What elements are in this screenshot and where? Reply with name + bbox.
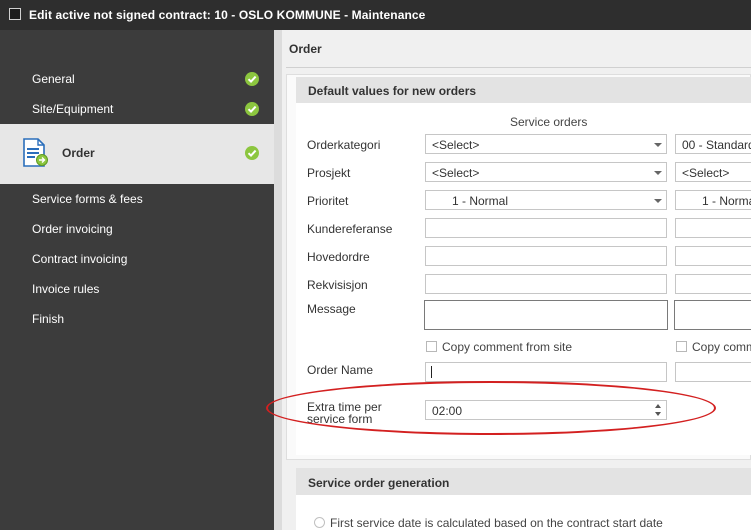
check-icon: [245, 102, 259, 116]
rekvisisjon-input-2[interactable]: [675, 274, 751, 294]
app-icon: [9, 8, 21, 20]
panel-title: Default values for new orders: [308, 84, 477, 98]
hovedordre-input-2[interactable]: [675, 246, 751, 266]
sidebar-item-general[interactable]: General: [0, 64, 274, 94]
column-header-service-orders: Service orders: [510, 115, 588, 129]
checkbox-box[interactable]: [676, 341, 687, 352]
sidebar-item-order-invoicing[interactable]: Order invoicing: [0, 214, 274, 244]
divider: [286, 67, 751, 68]
kundereferanse-input-2[interactable]: [675, 218, 751, 238]
highlight-ellipse: [266, 381, 716, 435]
chevron-down-icon: [654, 143, 662, 147]
sidebar-item-label: Order invoicing: [32, 222, 113, 236]
sidebar: General Site/Equipment Order Service for…: [0, 30, 274, 530]
contract-start-date-radio-label: First service date is calculated based o…: [330, 516, 663, 530]
checkbox-box[interactable]: [426, 341, 437, 352]
prioritet-select[interactable]: 1 - Normal: [425, 190, 667, 210]
orderkategori-select[interactable]: <Select>: [425, 134, 667, 154]
prioritet-label: Prioritet: [307, 194, 349, 208]
sidebar-item-invoice-rules[interactable]: Invoice rules: [0, 274, 274, 304]
chevron-down-icon: [654, 171, 662, 175]
prosjekt-select-2[interactable]: <Select>: [675, 162, 751, 182]
contract-start-date-radio[interactable]: [314, 517, 325, 528]
kundereferanse-label: Kundereferanse: [307, 222, 393, 236]
orderkategori-select-2[interactable]: 00 - Standard: [675, 134, 751, 154]
text-caret: [431, 366, 432, 378]
panel-title: Service order generation: [308, 476, 450, 490]
check-icon: [245, 72, 259, 86]
order-section-header: Order: [282, 30, 751, 68]
order-name-input[interactable]: [425, 362, 667, 382]
chevron-down-icon: [654, 199, 662, 203]
message-textarea[interactable]: [424, 300, 668, 330]
sidebar-item-order[interactable]: Order: [0, 124, 274, 184]
service-order-generation-header: Service order generation: [296, 468, 751, 495]
check-icon: [245, 146, 259, 160]
kundereferanse-input[interactable]: [425, 218, 667, 238]
window-title: Edit active not signed contract: 10 - OS…: [29, 8, 426, 22]
prosjekt-select[interactable]: <Select>: [425, 162, 667, 182]
default-values-panel-header: Default values for new orders: [296, 77, 751, 103]
sidebar-item-label: Service forms & fees: [32, 192, 143, 206]
scroll-gutter: [274, 30, 282, 530]
sidebar-item-finish[interactable]: Finish: [0, 304, 274, 334]
prioritet-select-2[interactable]: 1 - Normal: [675, 190, 751, 210]
hovedordre-input[interactable]: [425, 246, 667, 266]
order-name-input-2[interactable]: [675, 362, 751, 382]
sidebar-item-label: Order: [62, 146, 95, 160]
sidebar-item-contract-invoicing[interactable]: Contract invoicing: [0, 244, 274, 274]
order-name-label: Order Name: [307, 363, 374, 377]
prosjekt-label: Prosjekt: [307, 166, 351, 180]
sidebar-item-site-equipment[interactable]: Site/Equipment: [0, 94, 274, 124]
section-title: Order: [289, 42, 322, 56]
sidebar-item-label: Invoice rules: [32, 282, 100, 296]
order-document-icon: [22, 138, 50, 168]
rekvisisjon-input[interactable]: [425, 274, 667, 294]
title-bar: Edit active not signed contract: 10 - OS…: [0, 0, 751, 30]
sidebar-item-label: Site/Equipment: [32, 102, 114, 116]
sidebar-item-label: Contract invoicing: [32, 252, 128, 266]
sidebar-item-label: Finish: [32, 312, 65, 326]
orderkategori-label: Orderkategori: [307, 138, 381, 152]
message-textarea-2[interactable]: [674, 300, 751, 330]
sidebar-item-label: General: [32, 72, 75, 86]
message-label: Message: [307, 302, 356, 316]
hovedordre-label: Hovedordre: [307, 250, 370, 264]
sidebar-item-service-forms-fees[interactable]: Service forms & fees: [0, 184, 274, 214]
rekvisisjon-label: Rekvisisjon: [307, 278, 368, 292]
